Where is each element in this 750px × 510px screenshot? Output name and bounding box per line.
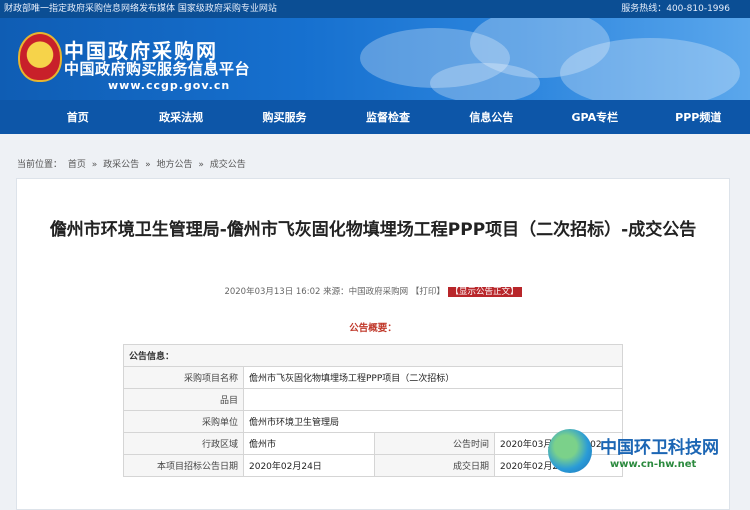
nav-home[interactable]: 首页	[26, 109, 129, 125]
breadcrumb-separator: »	[91, 160, 98, 170]
nav-supervision[interactable]: 监督检查	[336, 109, 439, 125]
nav-regulations[interactable]: 政采法规	[129, 109, 232, 125]
top-bar: 财政部唯一指定政府采购信息网络发布媒体 国家级政府采购专业网站 服务热线：400…	[0, 0, 750, 18]
row-value: 儋州市	[243, 432, 375, 455]
watermark-url: www.cn-hw.net	[610, 459, 697, 470]
site-url: www.ccgp.gov.cn	[108, 79, 231, 92]
nav-ppp[interactable]: PPP频道	[647, 109, 750, 125]
article-source: 来源：中国政府采购网	[323, 287, 409, 297]
article-title: 儋州市环境卫生管理局-儋州市飞灰固化物填埋场工程PPP项目（二次招标）-成交公告	[49, 220, 697, 240]
breadcrumb-item-local[interactable]: 地方公告	[156, 160, 192, 170]
breadcrumb-item-announcements[interactable]: 政采公告	[103, 160, 139, 170]
row-label: 品目	[123, 388, 244, 411]
breadcrumb-item-deal[interactable]: 成交公告	[210, 160, 246, 170]
row-label: 本项目招标公告日期	[123, 454, 244, 477]
national-emblem-icon[interactable]	[18, 32, 62, 82]
site-header: 中国政府采购网 中国政府购买服务信息平台 www.ccgp.gov.cn	[0, 18, 750, 100]
row-label: 行政区域	[123, 432, 244, 455]
site-subtitle: 中国政府购买服务信息平台	[64, 60, 251, 78]
globe-icon	[548, 429, 592, 473]
service-hotline: 服务热线：400-810-1996	[621, 4, 730, 14]
table-row: 品目	[123, 388, 623, 411]
nav-announcements[interactable]: 信息公告	[440, 109, 543, 125]
breadcrumb: 当前位置： 首页 » 政采公告 » 地方公告 » 成交公告	[17, 157, 249, 170]
table-row: 采购项目名称 儋州市飞灰固化物填埋场工程PPP项目（二次招标）	[123, 366, 623, 389]
print-link[interactable]: 【打印】	[411, 287, 445, 297]
publish-date: 2020年03月13日 16:02	[224, 287, 321, 297]
breadcrumb-item-home[interactable]: 首页	[68, 160, 86, 170]
row-value: 2020年02月24日	[243, 454, 375, 477]
info-table-header: 公告信息：	[123, 344, 623, 367]
overview-heading: 公告概要：	[349, 323, 397, 334]
nav-gpa[interactable]: GPA专栏	[543, 109, 646, 125]
nav-purchase-services[interactable]: 购买服务	[233, 109, 336, 125]
top-bar-slogan: 财政部唯一指定政府采购信息网络发布媒体 国家级政府采购专业网站	[4, 4, 277, 14]
row-value	[243, 388, 623, 411]
main-nav: 首页 政采法规 购买服务 监督检查 信息公告 GPA专栏 PPP频道	[0, 100, 750, 134]
watermark-title: 中国环卫科技网	[600, 438, 719, 458]
cloud-decoration	[560, 38, 740, 100]
breadcrumb-separator: »	[198, 160, 204, 170]
row-label: 采购单位	[123, 410, 244, 433]
cloud-decoration	[430, 63, 540, 100]
row-label: 公告时间	[374, 432, 495, 455]
show-text-button[interactable]: 【显示公告正文】	[447, 287, 522, 297]
article-meta: 2020年03月13日 16:02 来源：中国政府采购网 【打印】 【显示公告正…	[17, 285, 729, 297]
row-label: 采购项目名称	[123, 366, 244, 389]
row-value: 儋州市飞灰固化物填埋场工程PPP项目（二次招标）	[243, 366, 623, 389]
row-label: 成交日期	[374, 454, 495, 477]
breadcrumb-separator: »	[145, 160, 151, 170]
watermark-logo: 中国环卫科技网 www.cn-hw.net	[548, 425, 750, 485]
breadcrumb-label: 当前位置：	[17, 160, 63, 170]
